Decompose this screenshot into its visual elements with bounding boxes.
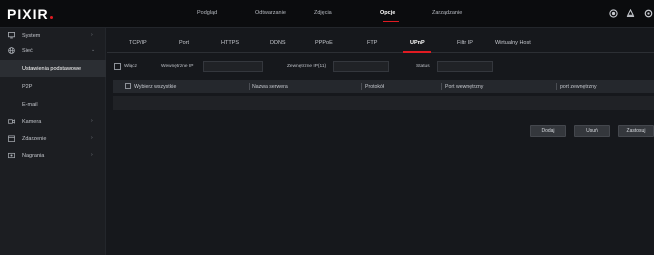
tab-virtual-host[interactable]: Wirtualny Host [495, 40, 531, 46]
tab-tcpip[interactable]: TCP/IP [129, 40, 147, 46]
menu-active-underline [383, 21, 399, 22]
event-icon [8, 135, 15, 142]
chevron-right-icon: › [91, 32, 93, 38]
menu-item-management[interactable]: Zarządzanie [432, 10, 462, 16]
sidebar-subitem-label: Ustawienia podstawowe [22, 65, 82, 72]
sidebar-item-label: System [22, 32, 41, 39]
logo-dot [49, 16, 53, 19]
select-all-checkbox[interactable] [125, 83, 131, 89]
settings-icon[interactable] [644, 9, 653, 18]
tab-upnp[interactable]: UPnP [410, 40, 425, 46]
sidebar-subitem-email[interactable]: E-mail [0, 96, 106, 113]
menu-item-pictures[interactable]: Zdjęcia [314, 10, 332, 16]
enable-checkbox[interactable] [114, 63, 121, 70]
column-separator [441, 83, 442, 90]
upnp-form-row: Włącz Wewnętrzne IP Zewnętrzne IP(11) St… [107, 59, 654, 76]
tab-ip-filter[interactable]: Filtr IP [457, 40, 473, 46]
sidebar-item-network[interactable]: Sieć ⌄ [0, 43, 106, 58]
add-button[interactable]: Dodaj [530, 125, 566, 137]
sidebar-item-label: Nagrania [22, 152, 45, 159]
sidebar-item-recordings[interactable]: Nagrania › [0, 148, 106, 163]
sidebar-item-label: Zdarzenie [22, 135, 47, 142]
column-separator [556, 83, 557, 90]
sidebar-subitem-label: P2P [22, 83, 33, 90]
chevron-right-icon: › [91, 152, 93, 158]
sidebar-item-event[interactable]: Zdarzenie › [0, 131, 106, 146]
record-icon[interactable] [609, 9, 618, 18]
sidebar-item-system[interactable]: System › [0, 28, 106, 43]
chevron-down-icon: ⌄ [91, 47, 96, 53]
external-ip-field[interactable] [333, 61, 389, 72]
table-header: Wybierz wszystkie Nazwa serwera Protokół… [113, 80, 654, 93]
alarm-icon[interactable] [626, 9, 635, 18]
tab-ddns[interactable]: DDNS [270, 40, 286, 46]
column-header-external-port[interactable]: port zewnętrzny [560, 84, 597, 90]
logo: PIXIR [7, 6, 53, 22]
sidebar-subitem-p2p[interactable]: P2P [0, 78, 106, 95]
sidebar-subitem-basic-settings[interactable]: Ustawienia podstawowe [0, 60, 106, 77]
sidebar-item-camera[interactable]: Kamera › [0, 114, 106, 129]
camera-icon [8, 119, 15, 124]
sidebar: System › Sieć ⌄ Ustawienia podstawowe P2… [0, 28, 106, 255]
status-label: Status [416, 64, 430, 69]
tabs-divider [107, 52, 654, 53]
column-separator [249, 83, 250, 90]
column-header-protocol[interactable]: Protokół [365, 84, 384, 90]
column-separator [361, 83, 362, 90]
select-all-label: Wybierz wszystkie [134, 83, 177, 90]
internal-ip-field[interactable] [203, 61, 263, 72]
tab-ftp[interactable]: FTP [367, 40, 377, 46]
status-field [437, 61, 493, 72]
logo-text: PIXIR [7, 6, 49, 22]
column-header-internal-port[interactable]: Port wewnętrzny [445, 84, 483, 90]
enable-label: Włącz [124, 64, 138, 69]
sidebar-item-label: Kamera [22, 118, 42, 125]
delete-button[interactable]: Usuń [574, 125, 610, 137]
network-icon [8, 47, 15, 54]
tab-active-underline [403, 51, 431, 53]
tab-https[interactable]: HTTPS [221, 40, 239, 46]
column-header-server-name[interactable]: Nazwa serwera [252, 84, 288, 90]
menu-item-preview[interactable]: Podgląd [197, 10, 217, 16]
menu-item-options[interactable]: Opcje [380, 10, 395, 16]
chevron-right-icon: › [91, 118, 93, 124]
top-bar: PIXIR Podgląd Odtwarzanie Zdjęcia Opcje … [0, 0, 654, 28]
external-ip-label: Zewnętrzne IP(11) [287, 64, 327, 69]
chevron-right-icon: › [91, 135, 93, 141]
recordings-icon [8, 152, 15, 159]
sidebar-subitem-label: E-mail [22, 101, 38, 108]
table-empty-row [113, 96, 654, 110]
sidebar-item-label: Sieć [22, 47, 33, 54]
menu-item-playback[interactable]: Odtwarzanie [255, 10, 286, 16]
tab-pppoe[interactable]: PPPoE [315, 40, 333, 46]
main-content: TCP/IP Port HTTPS DDNS PPPoE FTP UPnP Fi… [107, 28, 654, 255]
internal-ip-label: Wewnętrzne IP [161, 64, 194, 69]
tab-port[interactable]: Port [179, 40, 189, 46]
save-button[interactable]: Zastosuj [618, 125, 654, 137]
system-icon [8, 32, 15, 39]
